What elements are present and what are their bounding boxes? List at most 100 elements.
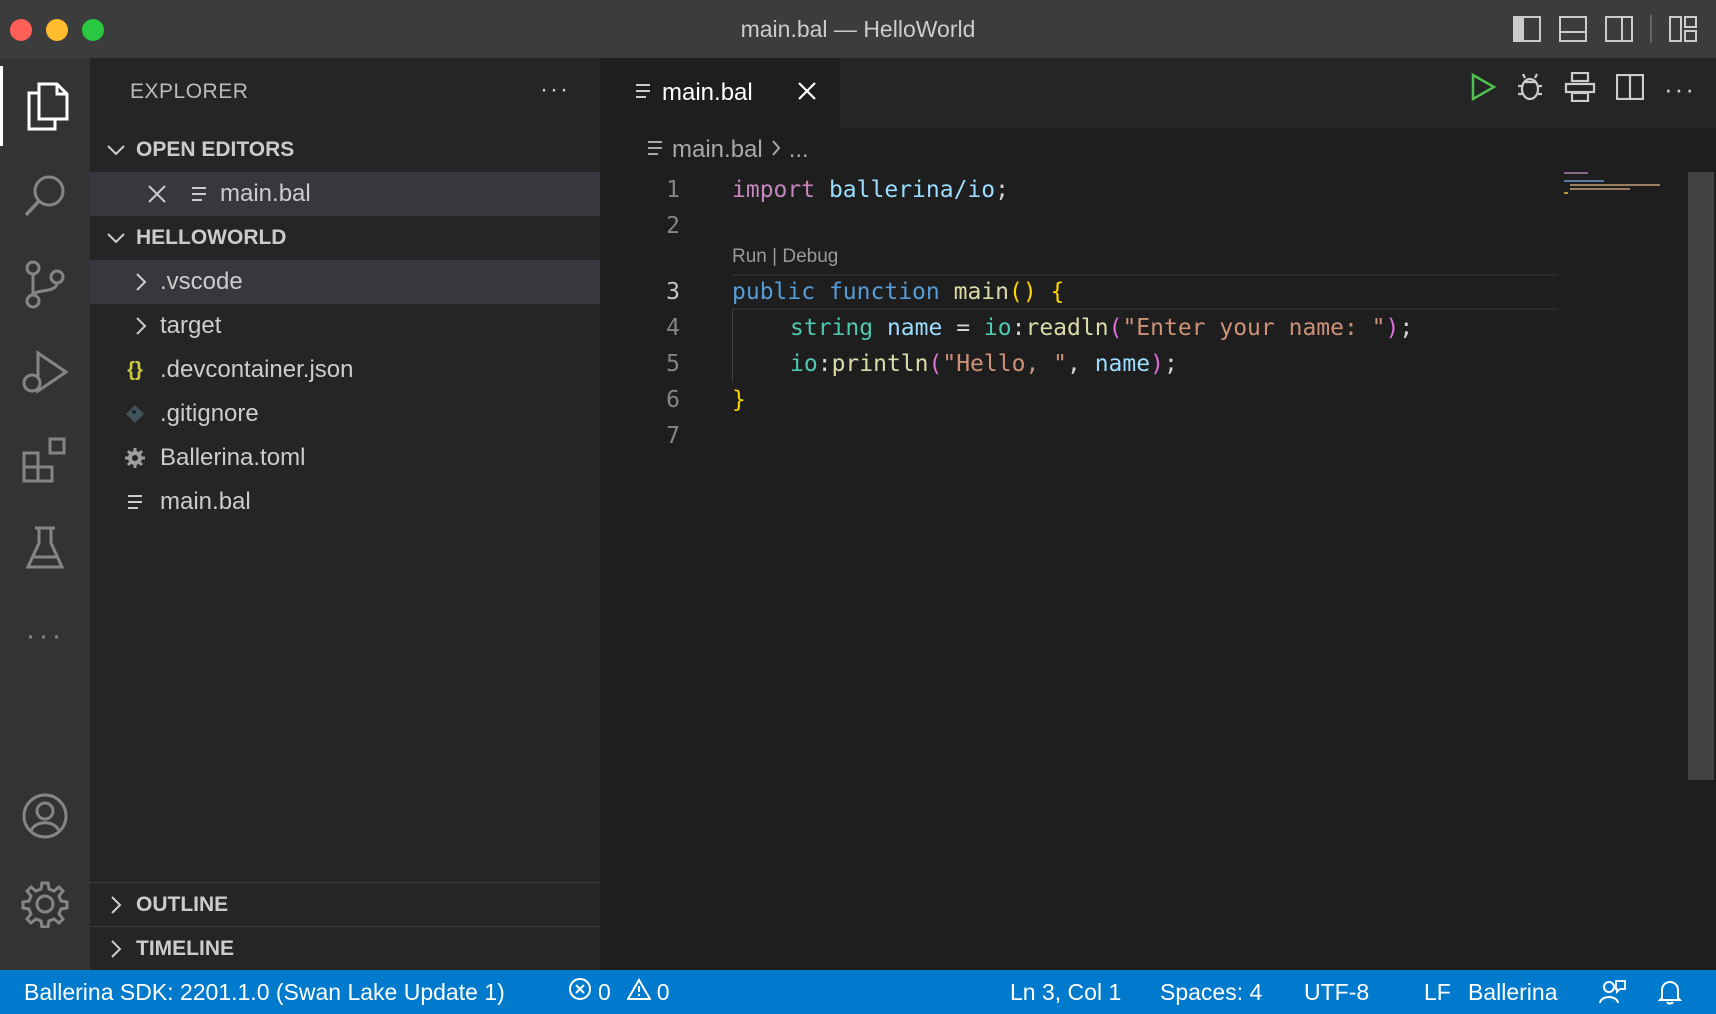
status-bar: Ballerina SDK: 2201.1.0 (Swan Lake Updat… xyxy=(0,970,1716,1014)
warning-icon xyxy=(626,978,652,1006)
code-line: 5 io:println("Hello, ", name); xyxy=(600,346,1690,382)
git-diamond-icon xyxy=(120,404,150,424)
search-icon[interactable] xyxy=(0,156,90,236)
code-line: 7 xyxy=(600,418,1690,454)
error-icon xyxy=(568,977,592,1007)
encoding-status[interactable]: UTF-8 xyxy=(1304,970,1369,1014)
line-number: 6 xyxy=(666,387,680,413)
chevron-right-icon xyxy=(126,272,156,292)
open-editors-label: OPEN EDITORS xyxy=(136,138,295,161)
open-editor-item[interactable]: main.bal xyxy=(90,172,600,216)
editor-tab-bar: main.bal ··· xyxy=(600,58,1716,128)
helloworld-label: HELLOWORLD xyxy=(136,226,287,249)
chevron-right-icon xyxy=(90,939,136,959)
minimap[interactable] xyxy=(1560,160,1690,220)
line-number: 5 xyxy=(666,351,680,377)
title-bar: main.bal — HelloWorld xyxy=(0,0,1716,59)
testing-icon[interactable] xyxy=(0,508,90,588)
open-editor-name: main.bal xyxy=(220,180,311,207)
timeline-section[interactable]: TIMELINE xyxy=(90,926,600,971)
manage-gear-icon[interactable] xyxy=(0,864,90,944)
chevron-down-icon xyxy=(90,144,136,156)
editor-scrollbar[interactable] xyxy=(1688,172,1714,780)
feedback-icon[interactable] xyxy=(1598,970,1626,1014)
tree-item-devcontainer[interactable]: {} .devcontainer.json xyxy=(90,348,600,392)
close-icon[interactable] xyxy=(142,184,172,204)
file-lines-icon xyxy=(634,82,652,105)
code-line: 4 string name = io:readln("Enter your na… xyxy=(600,310,1690,346)
line-number: 4 xyxy=(666,315,680,341)
code-line: 2 xyxy=(600,208,1690,244)
customize-layout-icon[interactable] xyxy=(1668,14,1698,44)
run-icon[interactable] xyxy=(1470,72,1497,106)
titlebar-divider xyxy=(1650,15,1652,43)
timeline-label: TIMELINE xyxy=(136,937,234,960)
code-text: } xyxy=(732,387,746,413)
file-lines-icon xyxy=(120,493,150,511)
tree-item-label: main.bal xyxy=(160,488,251,515)
tree-item-target[interactable]: target xyxy=(90,304,600,348)
indent-guide xyxy=(732,310,733,382)
json-braces-icon: {} xyxy=(127,358,143,381)
toggle-secondary-sidebar-icon[interactable] xyxy=(1604,14,1634,44)
settings-gear-icon xyxy=(120,447,150,469)
tree-item-main-bal[interactable]: main.bal xyxy=(90,480,600,524)
debug-bug-icon[interactable] xyxy=(1516,72,1544,107)
code-line: 6 } xyxy=(600,382,1690,418)
split-editor-icon[interactable] xyxy=(1615,73,1645,105)
chevron-down-icon xyxy=(90,232,136,244)
indentation-status[interactable]: Spaces: 4 xyxy=(1160,970,1262,1014)
more-icon[interactable]: ··· xyxy=(0,596,90,676)
current-line-highlight xyxy=(732,274,1558,310)
outline-section[interactable]: OUTLINE xyxy=(90,882,600,927)
explorer-header: EXPLORER xyxy=(130,80,249,103)
explorer-more-actions-button[interactable]: ··· xyxy=(540,76,570,104)
tree-item-label: Ballerina.toml xyxy=(160,444,306,471)
code-text: io:println("Hello, ", name); xyxy=(790,351,1178,377)
chevron-right-icon xyxy=(90,895,136,915)
window-title: main.bal — HelloWorld xyxy=(740,16,976,42)
outline-label: OUTLINE xyxy=(136,893,229,916)
editor-more-actions-icon[interactable]: ··· xyxy=(1664,74,1696,105)
problems-status[interactable]: 0 0 xyxy=(568,970,670,1014)
code-text: string name = io:readln("Enter your name… xyxy=(790,315,1414,341)
toggle-primary-sidebar-icon[interactable] xyxy=(1512,14,1542,44)
chevron-right-icon xyxy=(126,316,156,336)
code-text: import ballerina/io; xyxy=(732,177,1009,203)
line-number: 1 xyxy=(666,177,680,203)
line-number: 2 xyxy=(666,213,680,239)
tree-item-ballerina-toml[interactable]: Ballerina.toml xyxy=(90,436,600,480)
run-debug-icon[interactable] xyxy=(0,332,90,412)
language-mode-status[interactable]: Ballerina xyxy=(1468,970,1558,1014)
toggle-panel-icon[interactable] xyxy=(1558,14,1588,44)
explorer-icon[interactable] xyxy=(0,66,90,146)
tree-item-label: target xyxy=(160,312,222,339)
notifications-bell-icon[interactable] xyxy=(1658,970,1682,1014)
tab-label: main.bal xyxy=(662,79,753,106)
tab-main-bal[interactable]: main.bal xyxy=(600,58,840,128)
warning-count: 0 xyxy=(656,978,670,1005)
run-debug-codelens[interactable]: Run | Debug xyxy=(732,246,838,268)
visualize-icon[interactable] xyxy=(1564,71,1596,107)
cursor-position-status[interactable]: Ln 3, Col 1 xyxy=(1010,970,1121,1014)
line-number: 3 xyxy=(666,279,680,305)
eol-status[interactable]: LF xyxy=(1424,970,1451,1014)
close-tab-icon[interactable] xyxy=(796,80,818,107)
tree-item-gitignore[interactable]: .gitignore xyxy=(90,392,600,436)
open-editors-section[interactable]: OPEN EDITORS xyxy=(90,128,600,172)
file-lines-icon xyxy=(184,185,214,203)
explorer-sidebar: EXPLORER ··· OPEN EDITORS main.bal HELLO… xyxy=(90,58,600,970)
code-line: 1 import ballerina/io; xyxy=(600,172,1690,208)
error-count: 0 xyxy=(598,978,611,1005)
tree-item-label: .gitignore xyxy=(160,400,259,427)
tree-item-label: .devcontainer.json xyxy=(160,356,354,383)
ballerina-sdk-status[interactable]: Ballerina SDK: 2201.1.0 (Swan Lake Updat… xyxy=(24,970,505,1014)
tree-item-vscode[interactable]: .vscode xyxy=(90,260,600,304)
source-control-icon[interactable] xyxy=(0,244,90,324)
accounts-icon[interactable] xyxy=(0,776,90,856)
line-number: 7 xyxy=(666,423,680,449)
activity-bar: ··· xyxy=(0,58,90,970)
helloworld-section[interactable]: HELLOWORLD xyxy=(90,216,600,260)
tree-item-label: .vscode xyxy=(160,268,243,295)
extensions-icon[interactable] xyxy=(0,420,90,500)
